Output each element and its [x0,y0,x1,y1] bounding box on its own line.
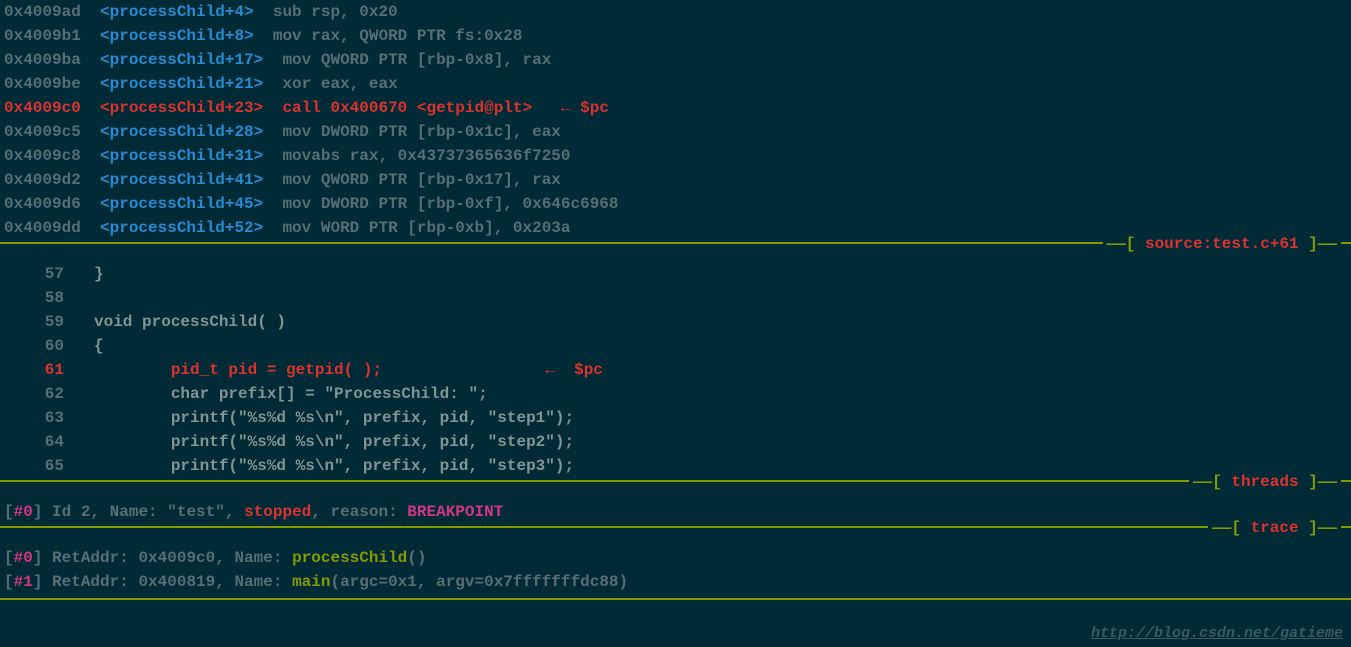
source-code: pid_t pid = getpid( ); [94,361,382,379]
source-lineno: 65 [4,454,94,478]
thread-reason: BREAKPOINT [407,503,503,521]
section-label-source: ——[ source:test.c+61 ]—— [1103,232,1341,256]
disasm-symbol: <processChild+41> [100,171,263,189]
trace-args: () [407,549,426,567]
section-divider-bottom [0,598,1351,602]
source-line: 59void processChild( ) [0,310,1351,334]
disassembly-block: 0x4009ad <processChild+4> sub rsp, 0x200… [0,0,1351,240]
disasm-line: 0x4009ad <processChild+4> sub rsp, 0x20 [0,0,1351,24]
disasm-line: 0x4009b1 <processChild+8> mov rax, QWORD… [0,24,1351,48]
disasm-symbol: <processChild+45> [100,195,263,213]
disasm-symbol: <processChild+23> [100,99,263,117]
source-line: 63 printf("%s%d %s\n", prefix, pid, "ste… [0,406,1351,430]
disasm-line: 0x4009c0 <processChild+23> call 0x400670… [0,96,1351,120]
disasm-instruction: sub rsp, 0x20 [273,3,398,21]
disasm-line: 0x4009d2 <processChild+41> mov QWORD PTR… [0,168,1351,192]
trace-index: #1 [14,573,33,591]
disasm-line: 0x4009c5 <processChild+28> mov DWORD PTR… [0,120,1351,144]
pc-marker: ← $pc [561,99,609,117]
source-lineno: 58 [4,286,94,310]
watermark-link[interactable]: http://blog.csdn.net/gatieme [1091,623,1343,646]
disasm-address: 0x4009ad [4,3,81,21]
disasm-address: 0x4009b1 [4,27,81,45]
disasm-instruction: call 0x400670 <getpid@plt> [282,99,532,117]
disasm-symbol: <processChild+8> [100,27,254,45]
section-divider-threads: ——[ threads ]—— [0,480,1351,500]
trace-function: main [292,573,330,591]
section-divider-trace: ——[ trace ]—— [0,526,1351,546]
trace-block: [#0] RetAddr: 0x4009c0, Name: processChi… [0,546,1351,594]
source-code: printf("%s%d %s\n", prefix, pid, "step1"… [94,409,574,427]
disasm-instruction: mov QWORD PTR [rbp-0x17], rax [282,171,560,189]
thread-index: #0 [14,503,33,521]
source-line: 57} [0,262,1351,286]
disasm-line: 0x4009d6 <processChild+45> mov DWORD PTR… [0,192,1351,216]
disasm-address: 0x4009be [4,75,81,93]
disasm-instruction: mov QWORD PTR [rbp-0x8], rax [282,51,551,69]
source-code: } [94,265,104,283]
threads-block: [#0] Id 2, Name: "test", stopped, reason… [0,500,1351,524]
source-lineno: 63 [4,406,94,430]
source-line: 60{ [0,334,1351,358]
section-label-trace: ——[ trace ]—— [1208,516,1341,540]
disasm-line: 0x4009ba <processChild+17> mov QWORD PTR… [0,48,1351,72]
source-code: { [94,337,104,355]
pc-marker: ← $pc [545,361,603,379]
disasm-line: 0x4009be <processChild+21> xor eax, eax [0,72,1351,96]
section-divider-source: ——[ source:test.c+61 ]—— [0,242,1351,262]
source-line: 61 pid_t pid = getpid( ); ← $pc [0,358,1351,382]
source-lineno: 64 [4,430,94,454]
section-label-threads: ——[ threads ]—— [1189,470,1341,494]
source-code: printf("%s%d %s\n", prefix, pid, "step2"… [94,433,574,451]
disasm-instruction: mov DWORD PTR [rbp-0xf], 0x646c6968 [282,195,618,213]
disasm-instruction: mov DWORD PTR [rbp-0x1c], eax [282,123,560,141]
source-line: 64 printf("%s%d %s\n", prefix, pid, "ste… [0,430,1351,454]
disasm-instruction: movabs rax, 0x43737365636f7250 [282,147,570,165]
trace-function: processChild [292,549,407,567]
disasm-address: 0x4009dd [4,219,81,237]
source-lineno: 62 [4,382,94,406]
thread-state: stopped [244,503,311,521]
source-lineno: 57 [4,262,94,286]
source-line: 62 char prefix[] = "ProcessChild: "; [0,382,1351,406]
source-lineno: 59 [4,310,94,334]
source-lineno: 60 [4,334,94,358]
thread-line: [#0] Id 2, Name: "test", stopped, reason… [0,500,1351,524]
source-code: void processChild( ) [94,313,286,331]
source-line: 65 printf("%s%d %s\n", prefix, pid, "ste… [0,454,1351,478]
trace-index: #0 [14,549,33,567]
disasm-address: 0x4009d6 [4,195,81,213]
disasm-symbol: <processChild+28> [100,123,263,141]
disasm-instruction: mov WORD PTR [rbp-0xb], 0x203a [282,219,570,237]
disasm-address: 0x4009d2 [4,171,81,189]
source-code: printf("%s%d %s\n", prefix, pid, "step3"… [94,457,574,475]
disasm-address: 0x4009c8 [4,147,81,165]
disasm-address: 0x4009c5 [4,123,81,141]
disasm-instruction: mov rax, QWORD PTR fs:0x28 [273,27,523,45]
source-line: 58 [0,286,1351,310]
disasm-symbol: <processChild+21> [100,75,263,93]
trace-line: [#0] RetAddr: 0x4009c0, Name: processChi… [0,546,1351,570]
source-block: 57}5859void processChild( )60{61 pid_t p… [0,262,1351,478]
disasm-symbol: <processChild+52> [100,219,263,237]
disasm-address: 0x4009ba [4,51,81,69]
disasm-symbol: <processChild+17> [100,51,263,69]
disasm-symbol: <processChild+4> [100,3,254,21]
source-code: char prefix[] = "ProcessChild: "; [94,385,488,403]
trace-args: (argc=0x1, argv=0x7fffffffdc88) [330,573,628,591]
disasm-instruction: xor eax, eax [282,75,397,93]
disasm-symbol: <processChild+31> [100,147,263,165]
trace-line: [#1] RetAddr: 0x400819, Name: main(argc=… [0,570,1351,594]
disasm-address: 0x4009c0 [4,99,81,117]
disasm-line: 0x4009c8 <processChild+31> movabs rax, 0… [0,144,1351,168]
source-lineno: 61 [4,358,94,382]
